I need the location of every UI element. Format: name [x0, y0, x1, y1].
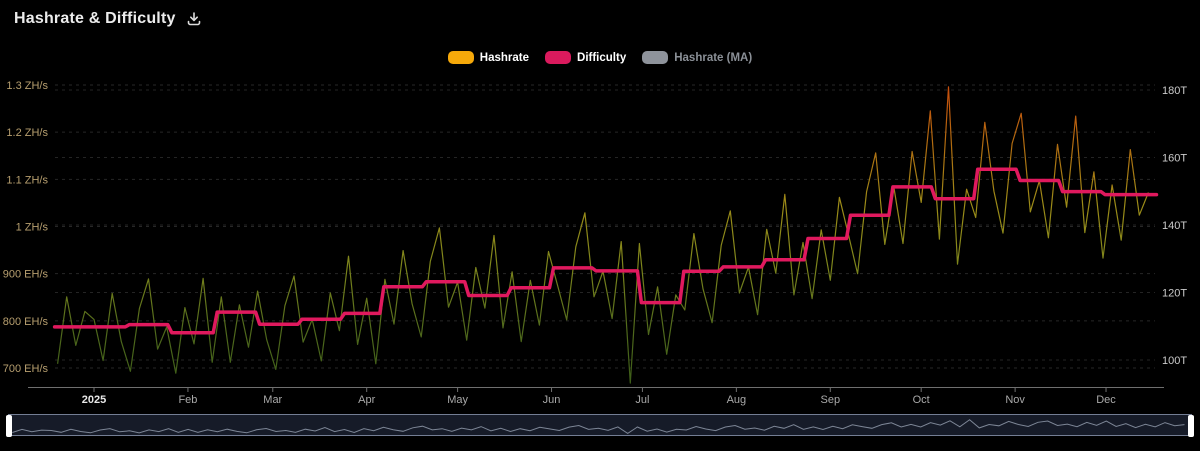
legend-item-hashrate[interactable]: Hashrate — [447, 51, 530, 64]
navigator-left-handle[interactable] — [6, 415, 12, 437]
y-left-tick-label: 900 EH/s — [3, 269, 49, 281]
x-axis-tick-label: Dec — [1096, 394, 1116, 406]
hashrate-difficulty-widget: { "header": { "title": "Hashrate & Diffi… — [0, 0, 1200, 451]
navigator-sparkline-path — [12, 419, 1185, 434]
x-axis-tick-label: Mar — [263, 394, 282, 406]
download-icon — [187, 12, 200, 26]
y-right-tick-label: 100T — [1162, 355, 1187, 367]
y-left-tick-label: 1.3 ZH/s — [6, 80, 48, 92]
x-axis-tick-label: Oct — [913, 394, 930, 406]
navigator-sparkline — [12, 419, 1185, 434]
x-axis-tick-label: Jul — [635, 394, 649, 406]
y-right-tick-label: 160T — [1162, 153, 1187, 165]
legend: Hashrate Difficulty Hashrate (MA) — [0, 51, 1200, 64]
y-left-tick-label: 1.2 ZH/s — [6, 127, 48, 139]
y-right-tick-label: 180T — [1162, 85, 1187, 97]
x-axis-tick-label: 2025 — [82, 394, 106, 406]
legend-item-difficulty[interactable]: Difficulty — [545, 51, 626, 64]
x-axis-tick-label: Apr — [358, 394, 375, 406]
x-axis-tick-label: Feb — [178, 394, 197, 406]
y-right-tick-label: 140T — [1162, 220, 1187, 232]
download-button[interactable] — [186, 11, 202, 27]
page-title: Hashrate & Difficulty — [14, 10, 176, 27]
y-left-tick-label: 1.1 ZH/s — [6, 174, 48, 186]
hashrate-series-line — [57, 86, 1149, 384]
x-axis-tick-label: Aug — [727, 394, 747, 406]
x-axis-tick-label: Nov — [1005, 394, 1025, 406]
x-axis-tick-label: Sep — [821, 394, 841, 406]
y-left-tick-label: 800 EH/s — [3, 316, 49, 328]
hashrate-ma-legend-label: Hashrate (MA) — [674, 51, 753, 64]
y-left-tick-label: 700 EH/s — [3, 363, 49, 375]
y-left-tick-label: 1 ZH/s — [16, 222, 49, 234]
range-navigator[interactable] — [6, 414, 1194, 437]
x-axis-tick-label: Jun — [543, 394, 561, 406]
difficulty-legend-label: Difficulty — [577, 51, 627, 64]
chart-header: Hashrate & Difficulty — [14, 10, 202, 28]
navigator-right-handle[interactable] — [1188, 415, 1194, 437]
legend-item-hashrate-ma[interactable]: Hashrate (MA) — [642, 51, 752, 64]
hashrate-legend-label: Hashrate — [479, 51, 530, 64]
x-axis-tick-label: May — [447, 394, 468, 406]
y-right-tick-label: 120T — [1162, 288, 1187, 300]
hashrate-legend-swatch — [447, 51, 474, 64]
difficulty-legend-swatch — [545, 51, 572, 64]
hashrate-ma-legend-swatch — [642, 51, 669, 64]
